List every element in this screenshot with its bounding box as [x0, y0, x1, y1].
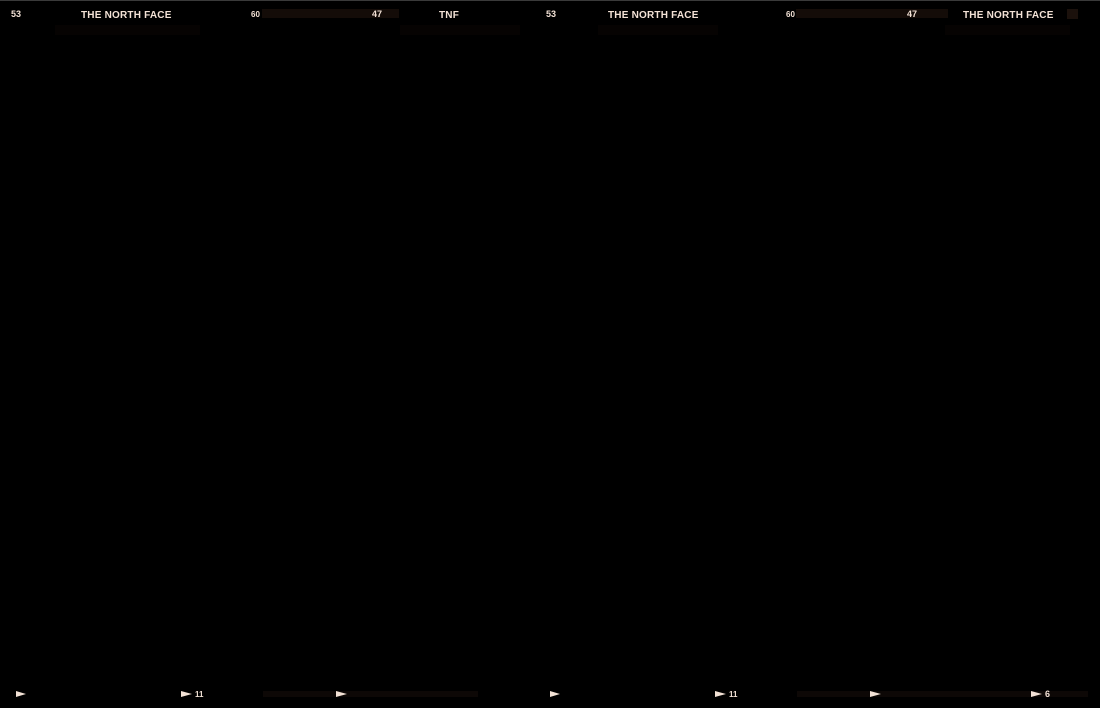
top-shadow-band [598, 25, 718, 35]
frame-band [796, 9, 948, 18]
brand-short-label: TNF [439, 10, 460, 21]
frame-arrow-icon [550, 691, 560, 697]
frame-arrow-icon [1031, 691, 1042, 697]
frame-label: 11 [195, 690, 204, 699]
top-shadow-band [55, 25, 200, 35]
frame-number: 60 [251, 10, 260, 19]
frame-arrow-icon [336, 691, 347, 697]
frame-arrow-icon [181, 691, 192, 697]
frame-number: 53 [546, 9, 557, 19]
frame-number: 53 [11, 9, 22, 19]
frame-arrow-icon [870, 691, 881, 697]
frame-band [263, 691, 478, 697]
top-shadow-band [945, 25, 1070, 35]
frame-arrow-icon [16, 691, 26, 697]
brand-label: THE NORTH FACE [608, 10, 699, 21]
frame-number: 47 [907, 9, 918, 19]
frame-number: 60 [786, 10, 795, 19]
corner-marker [1067, 9, 1078, 19]
brand-label: THE NORTH FACE [963, 10, 1054, 21]
film-strip-canvas: 53 THE NORTH FACE 60 47 TNF 53 THE NORTH… [0, 0, 1100, 708]
top-shadow-band [400, 25, 520, 35]
frame-arrow-icon [715, 691, 726, 697]
frame-number: 47 [372, 9, 383, 19]
frame-label: 11 [729, 690, 738, 699]
frame-label: 6 [1045, 689, 1051, 699]
brand-label: THE NORTH FACE [81, 10, 172, 21]
